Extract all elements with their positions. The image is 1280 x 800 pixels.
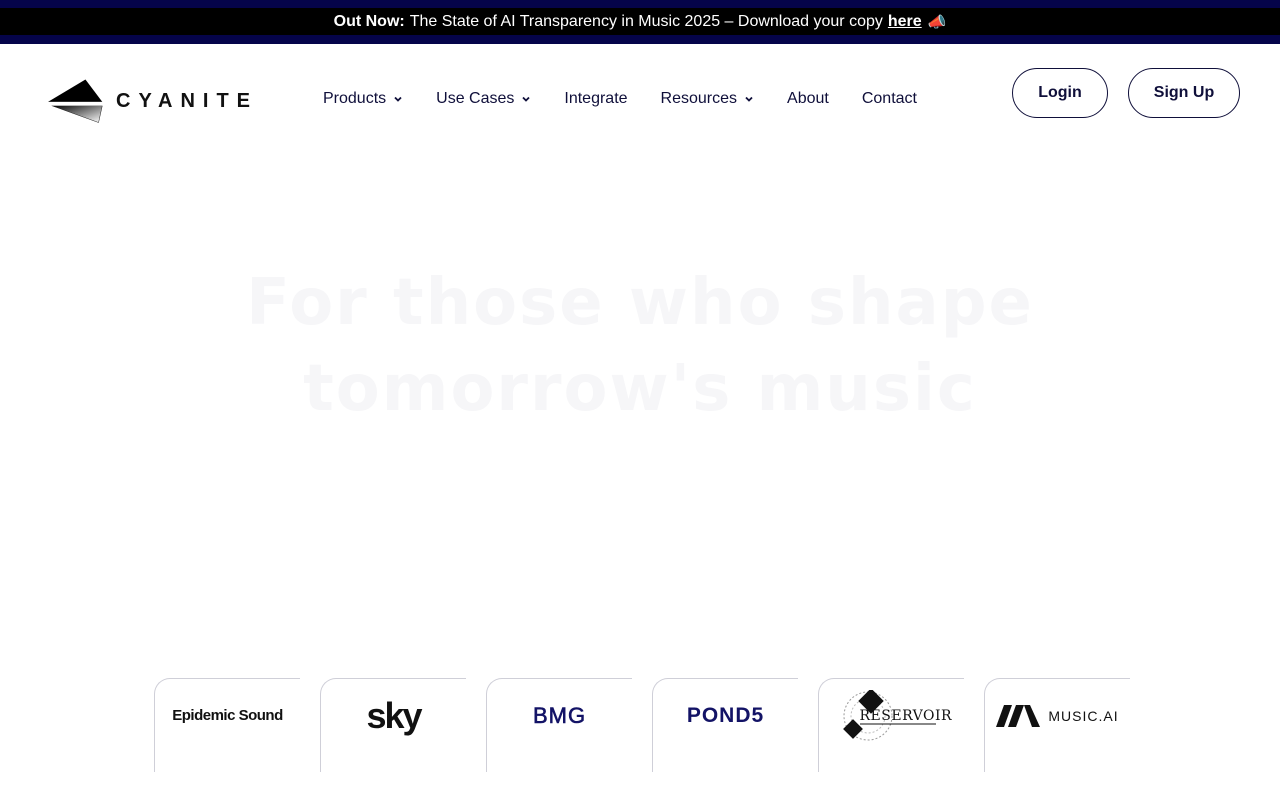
nav-label: About [787, 90, 829, 107]
announcement-link[interactable]: here [888, 13, 922, 31]
signup-button[interactable]: Sign Up [1128, 68, 1240, 118]
nav-label: Products [323, 90, 387, 107]
hero-headline-line2: tomorrow's music [303, 352, 977, 426]
partner-reservoir: RESERVOIR [818, 678, 964, 772]
cyanite-logo-icon [48, 79, 107, 123]
logo-wordmark: CYANITE [116, 89, 258, 112]
music-ai-mark-icon [996, 704, 1041, 727]
nav-integrate[interactable]: Integrate [564, 90, 627, 108]
chevron-down-icon [522, 96, 531, 102]
nav-label: Contact [861, 90, 917, 107]
partner-epidemic-sound: Epidemic Sound [154, 678, 300, 772]
partner-logos: Epidemic Sound sky BMG POND5 RESERVOIR M… [154, 678, 1130, 772]
nav-products[interactable]: Products [323, 90, 403, 108]
bmg-logo: BMG [532, 702, 587, 728]
login-button[interactable]: Login [1012, 68, 1108, 118]
nav-label: Integrate [564, 90, 628, 107]
sky-logo: sky [366, 694, 422, 736]
megaphone-icon: 📣 [927, 13, 947, 31]
music-ai-logo: MUSIC.AI [1048, 707, 1119, 724]
announcement-content: Out Now: The State of AI Transparency in… [0, 8, 1280, 35]
epidemic-sound-logo: Epidemic Sound [172, 707, 283, 724]
main-nav: Products Use Cases Integrate Resources A… [323, 90, 917, 108]
announcement-lead: Out Now: [333, 12, 405, 30]
nav-contact[interactable]: Contact [862, 90, 917, 108]
cyanite-logo[interactable]: CYANITE [48, 76, 258, 126]
announcement-text: The State of AI Transparency in Music 20… [409, 12, 883, 30]
partner-pond5: POND5 [652, 678, 798, 772]
nav-resources[interactable]: Resources [661, 90, 754, 108]
site-header: CYANITE Products Use Cases Integrate Res… [0, 44, 1280, 160]
nav-about[interactable]: About [787, 90, 829, 108]
nav-label: Use Cases [436, 90, 515, 107]
chevron-down-icon [394, 96, 402, 102]
nav-use-cases[interactable]: Use Cases [436, 90, 531, 108]
pond5-logo: POND5 [686, 703, 765, 727]
announcement-bar: Out Now: The State of AI Transparency in… [0, 0, 1280, 44]
hero-section: For those who shape tomorrow's music [0, 260, 1280, 432]
nav-label: Resources [660, 90, 738, 107]
partner-bmg: BMG [486, 678, 632, 772]
reservoir-logo: RESERVOIR [859, 707, 953, 724]
chevron-down-icon [745, 96, 753, 102]
hero-headline-line1: For those who shape [246, 266, 1034, 340]
partner-music-ai: MUSIC.AI [984, 678, 1130, 772]
partner-sky: sky [320, 678, 466, 772]
